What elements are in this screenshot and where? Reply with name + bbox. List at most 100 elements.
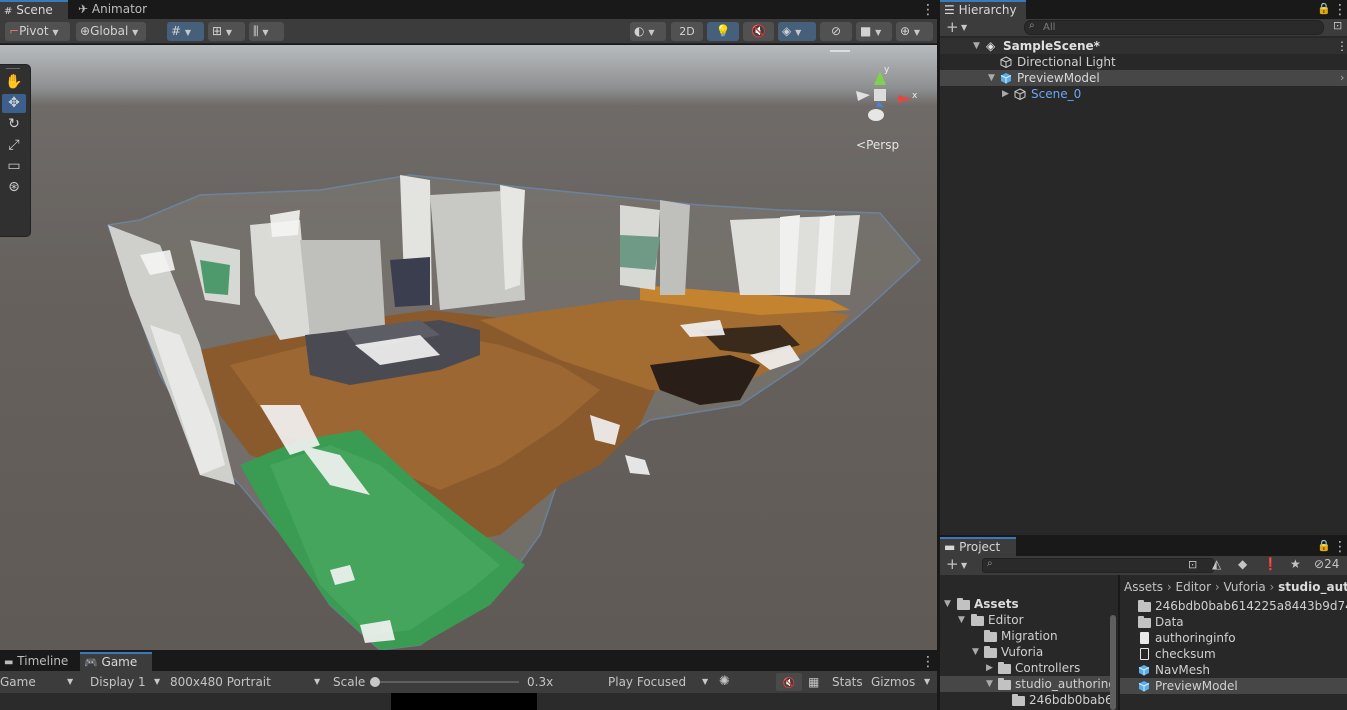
search-scope-icon[interactable]: ⊡ bbox=[1188, 558, 1197, 571]
item-menu-icon[interactable]: ⋮ bbox=[1336, 38, 1347, 54]
add-icon[interactable]: + bbox=[946, 556, 959, 573]
tree-item-assets[interactable]: ▼ Assets bbox=[940, 596, 1118, 612]
display-dropdown[interactable]: Display 1 ▼ bbox=[84, 673, 164, 691]
chevron-right-icon[interactable]: ▶ bbox=[1002, 86, 1009, 102]
game-view[interactable] bbox=[0, 693, 937, 710]
file-item-authoringinfo[interactable]: authoringinfo bbox=[1120, 630, 1347, 646]
chevron-down-icon[interactable]: ▼ bbox=[986, 676, 993, 692]
resolution-dropdown[interactable]: 800x480 Portrait ▼ bbox=[166, 673, 328, 691]
chevron-down-icon[interactable]: ▼ bbox=[988, 70, 995, 86]
project-menu-icon[interactable]: ⋮ bbox=[1333, 540, 1347, 554]
camera-dropdown[interactable]: ■ ▼ bbox=[856, 22, 892, 41]
tree-scrollbar[interactable] bbox=[1110, 615, 1116, 710]
tab-project[interactable]: ▬ Project bbox=[940, 537, 1016, 556]
effects-dropdown[interactable]: ◈ ▼ bbox=[778, 22, 816, 41]
chevron-right-icon[interactable]: › bbox=[1340, 70, 1344, 86]
folder-icon bbox=[998, 662, 1011, 674]
play-mode-dropdown[interactable]: Play Focused ▼ bbox=[604, 673, 714, 691]
hierarchy-search-input[interactable]: ⌕ All bbox=[1024, 20, 1324, 35]
chevron-down-icon[interactable]: ▼ bbox=[961, 561, 967, 570]
scene-render bbox=[106, 174, 922, 650]
hierarchy-item-directional-light[interactable]: Directional Light bbox=[940, 54, 1347, 70]
tree-item-controllers[interactable]: ▶ Controllers bbox=[940, 660, 1118, 676]
game-mode-dropdown[interactable]: Game ▼ bbox=[0, 673, 78, 691]
scale-slider[interactable] bbox=[370, 677, 519, 687]
add-icon[interactable]: + bbox=[946, 19, 959, 35]
drag-handle[interactable] bbox=[6, 68, 20, 69]
breadcrumb-vuforia[interactable]: Vuforia bbox=[1223, 580, 1265, 594]
panel-menu-icon[interactable] bbox=[830, 50, 850, 52]
hand-tool-button[interactable]: ✋ bbox=[2, 73, 26, 92]
hidden-packages-toggle[interactable]: ⊘24 bbox=[1314, 557, 1339, 571]
filter-type-icon[interactable]: ◭ bbox=[1212, 557, 1221, 571]
gizmos-game-dropdown[interactable]: Gizmos ▼ bbox=[871, 673, 935, 691]
audio-toggle[interactable]: 🔇 bbox=[743, 22, 774, 41]
file-item-data[interactable]: Data bbox=[1120, 614, 1347, 630]
lock-icon[interactable]: 🔒 bbox=[1317, 539, 1331, 552]
chevron-down-icon[interactable]: ▼ bbox=[972, 644, 979, 660]
gizmos-dropdown[interactable]: ⊕ ▼ bbox=[896, 22, 933, 41]
game-menu-icon[interactable]: ⋮ bbox=[921, 655, 935, 669]
rect-tool-button[interactable]: ▭ bbox=[2, 157, 26, 176]
scene-viewport[interactable]: ✋ ✥ ↻ ⤢ ▭ ⊛ x y <Persp bbox=[0, 45, 937, 650]
lock-icon[interactable]: 🔒 bbox=[1317, 2, 1331, 15]
breadcrumb-editor[interactable]: Editor bbox=[1176, 580, 1212, 594]
hierarchy-item-previewmodel[interactable]: ▼ PreviewModel › bbox=[940, 70, 1347, 86]
breadcrumb-studio[interactable]: studio_auth bbox=[1278, 580, 1347, 594]
move-tool-button[interactable]: ✥ bbox=[2, 94, 26, 113]
tab-hierarchy[interactable]: ☰ Hierarchy bbox=[940, 0, 1026, 19]
tree-item-editor[interactable]: ▼ Editor bbox=[940, 612, 1118, 628]
keyboard-icon[interactable]: ▦ bbox=[808, 673, 819, 691]
tab-scene-label: Scene bbox=[16, 3, 53, 17]
draw-mode-dropdown[interactable]: ◐ ▼ bbox=[630, 22, 666, 41]
label-icon[interactable]: ◆ bbox=[1238, 557, 1247, 571]
persp-label[interactable]: <Persp bbox=[856, 138, 899, 152]
hand-icon: ✋ bbox=[5, 74, 23, 90]
tree-item-vuforia[interactable]: ▼ Vuforia bbox=[940, 644, 1118, 660]
scene-visibility-toggle[interactable]: ⊘ bbox=[820, 22, 852, 41]
chevron-down-icon[interactable]: ▼ bbox=[958, 612, 965, 628]
file-item-checksum[interactable]: checksum bbox=[1120, 646, 1347, 662]
grid-visibility-toggle[interactable]: ⊞ ▼ bbox=[208, 22, 245, 41]
pivot-dropdown[interactable]: ⌐Pivot ▼ bbox=[5, 22, 70, 41]
hierarchy-tab-bar: ☰ Hierarchy 🔒 ⋮ bbox=[940, 0, 1347, 19]
tree-item-246bdb[interactable]: 246bdb0bab6 bbox=[940, 692, 1110, 708]
star-icon[interactable]: ★ bbox=[1290, 557, 1301, 571]
hierarchy-item-scene0[interactable]: ▶ Scene_0 bbox=[940, 86, 1347, 102]
chevron-right-icon[interactable]: ▶ bbox=[986, 660, 993, 676]
project-search-input[interactable]: ⌕ bbox=[982, 558, 1214, 573]
rotate-tool-button[interactable]: ↻ bbox=[2, 115, 26, 134]
toggle-2d-button[interactable]: 2D bbox=[671, 22, 703, 41]
file-item-previewmodel[interactable]: PreviewModel bbox=[1120, 678, 1347, 694]
scale-label: Scale bbox=[333, 675, 366, 689]
file-item-246bdb[interactable]: 246bdb0bab614225a8443b9d74f bbox=[1120, 598, 1347, 614]
hierarchy-item-samplescene[interactable]: ▼ ◈ SampleScene* ⋮ bbox=[940, 38, 1347, 54]
chevron-down-icon[interactable]: ▼ bbox=[961, 23, 967, 32]
tree-item-migration[interactable]: Migration bbox=[940, 628, 1118, 644]
chevron-down-icon[interactable]: ▼ bbox=[973, 38, 980, 54]
bug-icon[interactable]: ✺ bbox=[719, 673, 730, 691]
warning-icon[interactable]: ❗ bbox=[1263, 557, 1278, 571]
transform-tool-button[interactable]: ⊛ bbox=[2, 178, 26, 197]
scene-search-icon[interactable]: ⊡ bbox=[1333, 19, 1342, 32]
increment-snap-toggle[interactable]: ⫼ ▼ bbox=[249, 22, 284, 41]
tab-game[interactable]: 🎮 Game bbox=[80, 652, 152, 671]
chevron-down-icon[interactable]: ▼ bbox=[944, 596, 951, 612]
tab-scene[interactable]: # Scene bbox=[0, 0, 68, 19]
tab-timeline[interactable]: ▬ Timeline bbox=[0, 652, 76, 671]
tab-animator[interactable]: ✈ Animator bbox=[74, 0, 154, 19]
tree-item-studio-authoring[interactable]: ▼ studio_authoring bbox=[940, 676, 1116, 692]
mute-audio-button[interactable]: 🔇 bbox=[776, 673, 802, 691]
grid-snap-toggle[interactable]: # ▼ bbox=[167, 22, 204, 41]
hierarchy-menu-icon[interactable]: ⋮ bbox=[1333, 3, 1347, 17]
scale-tool-button[interactable]: ⤢ bbox=[2, 136, 26, 155]
orientation-gizmo[interactable]: x y bbox=[830, 50, 918, 123]
scene-menu-icon[interactable]: ⋮ bbox=[921, 3, 935, 17]
lighting-toggle[interactable]: 💡 bbox=[707, 22, 739, 41]
file-item-navmesh[interactable]: NavMesh bbox=[1120, 662, 1347, 678]
stats-button[interactable]: Stats bbox=[832, 673, 863, 691]
rotate-icon: ↻ bbox=[8, 116, 20, 132]
scale-slider-thumb[interactable] bbox=[370, 677, 380, 687]
global-dropdown[interactable]: ⊕Global ▼ bbox=[76, 22, 146, 41]
breadcrumb-assets[interactable]: Assets bbox=[1124, 580, 1163, 594]
